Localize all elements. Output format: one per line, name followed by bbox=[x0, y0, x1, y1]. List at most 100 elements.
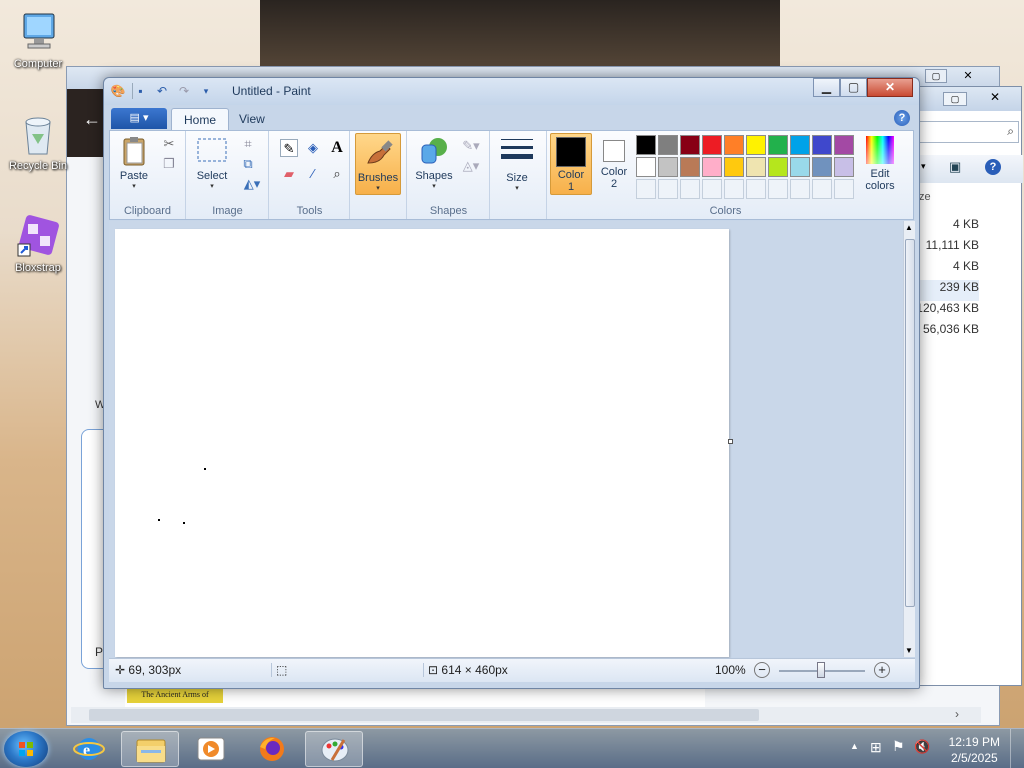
scrollbar-thumb[interactable] bbox=[905, 239, 915, 607]
palette-custom-swatch[interactable] bbox=[702, 179, 722, 199]
resize-icon[interactable]: ⧉ bbox=[239, 155, 257, 173]
color-picker-icon[interactable]: ⁄ bbox=[304, 165, 322, 183]
list-item[interactable]: 4 KB bbox=[913, 259, 979, 280]
palette-custom-swatch[interactable] bbox=[636, 179, 656, 199]
palette-custom-swatch[interactable] bbox=[724, 179, 744, 199]
paste-button[interactable]: Paste ▾ bbox=[116, 135, 152, 190]
undo-icon[interactable]: ↶ bbox=[154, 83, 170, 99]
palette-swatch[interactable] bbox=[680, 157, 700, 177]
palette-swatch[interactable] bbox=[812, 157, 832, 177]
drawing-canvas[interactable] bbox=[115, 229, 729, 657]
size-dropdown-icon[interactable]: ▾ bbox=[497, 184, 537, 192]
save-icon[interactable]: ▪ bbox=[132, 83, 148, 99]
vertical-scrollbar[interactable]: ▲ ▼ bbox=[903, 221, 915, 657]
details-maximize-button[interactable]: ▢ bbox=[943, 92, 967, 106]
palette-swatch[interactable] bbox=[768, 135, 788, 155]
palette-custom-swatch[interactable] bbox=[834, 179, 854, 199]
palette-swatch[interactable] bbox=[724, 135, 744, 155]
tab-view[interactable]: View bbox=[227, 108, 277, 130]
paint-titlebar[interactable]: 🎨 ▪ ↶ ↷ ▾ Untitled - Paint ▁ ▢ ✕ bbox=[104, 78, 919, 105]
palette-swatch[interactable] bbox=[658, 157, 678, 177]
volume-muted-icon[interactable]: 🔇 bbox=[914, 739, 930, 755]
eraser-icon[interactable]: ▰ bbox=[280, 165, 298, 183]
clock[interactable]: 12:19 PM 2/5/2025 bbox=[949, 734, 1000, 766]
rotate-icon[interactable]: ◭▾ bbox=[239, 175, 265, 193]
explorer-restore-button[interactable]: ▢ bbox=[925, 69, 947, 83]
paint-menu-button[interactable]: ▤ ▾ bbox=[111, 108, 167, 129]
palette-swatch[interactable] bbox=[702, 135, 722, 155]
fill-style-icon[interactable]: ◬▾ bbox=[458, 157, 484, 175]
magnifier-icon[interactable]: ⌕ bbox=[328, 165, 346, 183]
brushes-button[interactable]: Brushes ▾ bbox=[355, 133, 401, 195]
color2-button[interactable]: Color 2 bbox=[596, 133, 632, 195]
shapes-button[interactable]: Shapes ▾ bbox=[414, 135, 454, 190]
list-item[interactable]: 120,463 KB bbox=[913, 301, 979, 322]
palette-swatch[interactable] bbox=[658, 135, 678, 155]
palette-custom-swatch[interactable] bbox=[790, 179, 810, 199]
palette-swatch[interactable] bbox=[790, 157, 810, 177]
palette-custom-swatch[interactable] bbox=[680, 179, 700, 199]
view-dropdown-icon[interactable]: ▾ bbox=[921, 161, 926, 172]
crop-icon[interactable]: ⌗ bbox=[239, 135, 257, 153]
details-search-box[interactable]: ⌕ bbox=[919, 121, 1019, 143]
maximize-button[interactable]: ▢ bbox=[840, 78, 867, 97]
palette-swatch[interactable] bbox=[834, 157, 854, 177]
pencil-icon[interactable]: ✎ bbox=[280, 139, 298, 157]
desktop-icon-recycle-bin[interactable]: Recycle Bin bbox=[0, 110, 76, 172]
customize-qat-icon[interactable]: ▾ bbox=[198, 83, 214, 99]
preview-pane-icon[interactable]: ▣ bbox=[949, 159, 961, 175]
details-close-button[interactable]: ✕ bbox=[983, 90, 1007, 106]
fill-icon[interactable]: ◈ bbox=[304, 139, 322, 157]
select-button[interactable]: Select ▾ bbox=[193, 135, 231, 190]
redo-icon[interactable]: ↷ bbox=[176, 83, 192, 99]
list-item[interactable]: 4 KB bbox=[913, 217, 979, 238]
palette-swatch[interactable] bbox=[812, 135, 832, 155]
paste-dropdown-icon[interactable]: ▾ bbox=[116, 182, 152, 190]
taskbar-paint[interactable] bbox=[305, 731, 363, 767]
palette-swatch[interactable] bbox=[790, 135, 810, 155]
list-item[interactable]: 11,111 KB bbox=[913, 238, 979, 259]
outline-icon[interactable]: ✎▾ bbox=[458, 137, 484, 155]
palette-custom-swatch[interactable] bbox=[658, 179, 678, 199]
help-icon[interactable]: ? bbox=[985, 159, 1001, 175]
palette-swatch[interactable] bbox=[636, 135, 656, 155]
palette-custom-swatch[interactable] bbox=[812, 179, 832, 199]
minimize-button[interactable]: ▁ bbox=[813, 78, 840, 97]
zoom-out-button[interactable]: − bbox=[754, 662, 770, 678]
start-button[interactable] bbox=[4, 731, 48, 767]
list-item[interactable]: 56,036 KB bbox=[913, 322, 979, 343]
action-center-flag-icon[interactable]: ⚑ bbox=[892, 738, 905, 755]
palette-swatch[interactable] bbox=[834, 135, 854, 155]
palette-swatch[interactable] bbox=[724, 157, 744, 177]
palette-swatch[interactable] bbox=[680, 135, 700, 155]
paint-app-icon[interactable]: 🎨 bbox=[110, 83, 126, 99]
size-column-header[interactable]: ze bbox=[919, 191, 931, 203]
palette-swatch[interactable] bbox=[746, 135, 766, 155]
close-button[interactable]: ✕ bbox=[867, 78, 913, 97]
scroll-right-arrow-icon[interactable]: › bbox=[955, 707, 959, 721]
palette-custom-swatch[interactable] bbox=[768, 179, 788, 199]
desktop-icon-bloxstrap[interactable]: Bloxstrap bbox=[0, 212, 76, 274]
taskbar-internet-explorer[interactable]: e bbox=[60, 731, 118, 767]
edit-colors-button[interactable]: Edit colors bbox=[858, 133, 902, 192]
text-icon[interactable]: A bbox=[328, 139, 346, 157]
taskbar-media-player[interactable] bbox=[182, 731, 240, 767]
explorer-close-button[interactable]: ✕ bbox=[955, 69, 981, 83]
explorer-hscroll[interactable]: › bbox=[71, 707, 981, 723]
palette-swatch[interactable] bbox=[768, 157, 788, 177]
hscroll-thumb[interactable] bbox=[89, 709, 759, 721]
canvas-resize-handle[interactable] bbox=[728, 439, 733, 444]
taskbar-firefox[interactable] bbox=[243, 731, 301, 767]
desktop-icon-computer[interactable]: Computer bbox=[0, 8, 76, 70]
scroll-up-arrow-icon[interactable]: ▲ bbox=[905, 223, 913, 232]
palette-custom-swatch[interactable] bbox=[746, 179, 766, 199]
shapes-dropdown-icon[interactable]: ▾ bbox=[414, 182, 454, 190]
palette-swatch[interactable] bbox=[746, 157, 766, 177]
back-arrow-icon[interactable]: ← bbox=[83, 109, 101, 130]
zoom-in-button[interactable]: + bbox=[874, 662, 890, 678]
list-item-selected[interactable]: 239 KB bbox=[913, 280, 979, 301]
palette-swatch[interactable] bbox=[636, 157, 656, 177]
show-desktop-button[interactable] bbox=[1010, 729, 1024, 768]
cut-icon[interactable]: ✂ bbox=[160, 135, 178, 153]
select-dropdown-icon[interactable]: ▾ bbox=[193, 182, 231, 190]
